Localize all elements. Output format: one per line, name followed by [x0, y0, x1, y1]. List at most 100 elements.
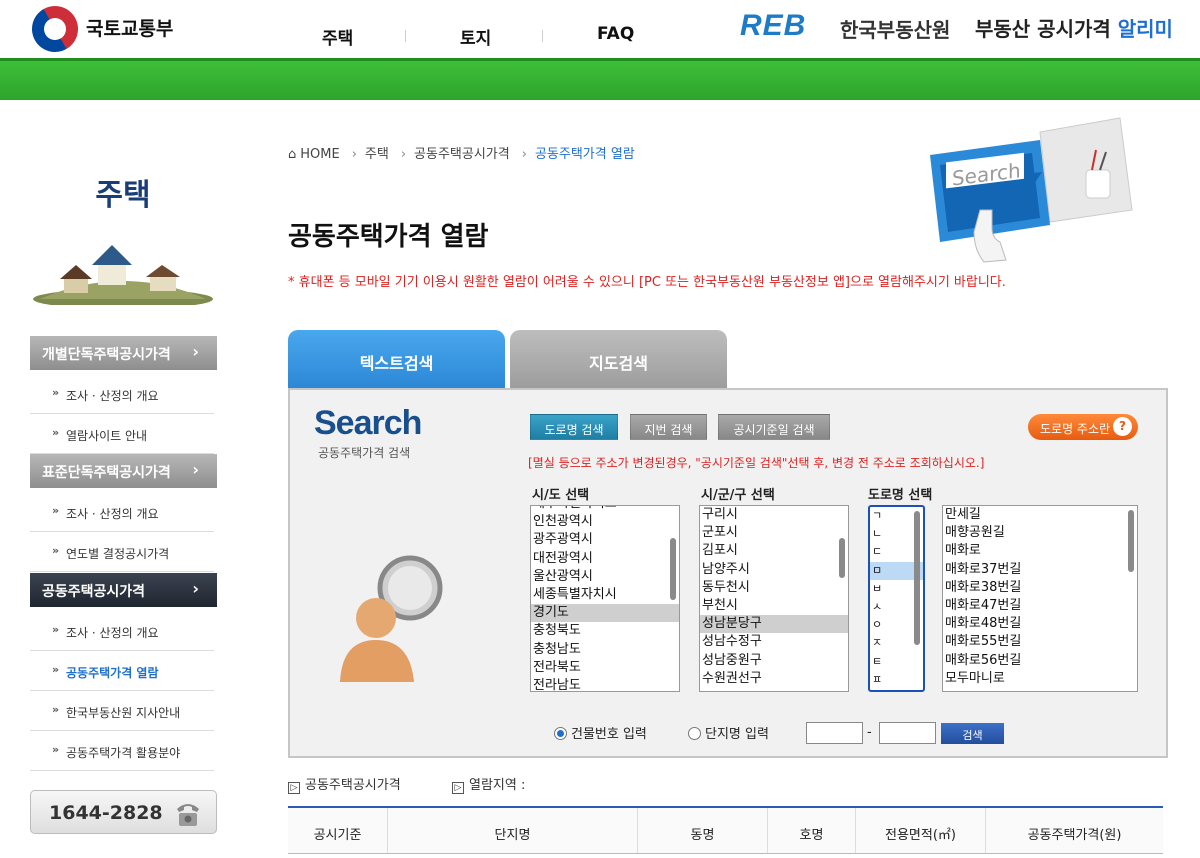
- scrollbar[interactable]: [914, 511, 920, 645]
- breadcrumb: ⌂ HOME › 주택 › 공동주택공시가격 › 공동주택가격 열람: [288, 143, 639, 162]
- bullet-icon: »: [52, 623, 60, 636]
- nav-land[interactable]: 토지: [460, 24, 491, 49]
- list-item[interactable]: 성남중원구: [700, 652, 848, 670]
- sidebar-item-label: 공동주택가격 활용분야: [66, 746, 181, 760]
- search-button[interactable]: 검색: [941, 723, 1004, 744]
- sigungu-label: 시/군/구 선택: [701, 488, 775, 503]
- radio-checked-icon[interactable]: [554, 727, 567, 740]
- list-item[interactable]: 매화로38번길: [943, 579, 1137, 597]
- mobile-notice: * 휴대폰 등 모바일 기기 이용시 원활한 열람이 어려울 수 있으니 [PC…: [288, 275, 1006, 290]
- search-logo: Search: [314, 404, 422, 442]
- sidebar-item-individual-sites[interactable]: » 열람사이트 안내: [30, 414, 214, 454]
- road-address-guide-label: 도로명 주소란: [1040, 422, 1111, 436]
- list-item[interactable]: 세종특별자치시: [531, 586, 679, 604]
- column-header: 단지명: [388, 808, 638, 853]
- building-sub-number-input[interactable]: [879, 722, 936, 744]
- breadcrumb-home[interactable]: HOME: [300, 147, 339, 162]
- list-item[interactable]: 매화로: [943, 542, 1137, 560]
- top-header: 국토교통부 주택 토지 FAQ REB 한국부동산원 부동산 공시가격 알리미: [0, 0, 1200, 61]
- nav-faq[interactable]: FAQ: [597, 24, 634, 44]
- list-item[interactable]: ㅍ: [870, 671, 923, 689]
- list-item[interactable]: 대전광역시: [531, 550, 679, 568]
- sido-select[interactable]: 제주특별자치도 인천광역시 광주광역시 대전광역시 울산광역시 세종특별자치시 …: [530, 505, 680, 692]
- nav-housing[interactable]: 주택: [322, 24, 353, 49]
- sidebar-item-apartment-view[interactable]: » 공동주택가격 열람: [30, 651, 214, 691]
- list-item[interactable]: 부천시: [700, 597, 848, 615]
- list-item[interactable]: 매화로37번길: [943, 561, 1137, 579]
- list-item[interactable]: ㅌ: [870, 653, 923, 671]
- apartment-price-link[interactable]: ▷ 공동주택공시가격: [288, 774, 401, 794]
- breadcrumb-separator-icon: ›: [400, 147, 407, 162]
- list-item[interactable]: 남양주시: [700, 561, 848, 579]
- list-item[interactable]: 전라북도: [531, 659, 679, 677]
- road-address-guide-button[interactable]: 도로명 주소란?: [1028, 414, 1138, 440]
- radio-building-number[interactable]: 건물번호 입력: [554, 723, 647, 742]
- list-item-selected[interactable]: 경기도: [531, 604, 679, 623]
- scrollbar[interactable]: [670, 538, 676, 600]
- sidebar-group-apartment[interactable]: 공동주택공시가격 ›: [30, 573, 217, 607]
- page-title: 공동주택가격 열람: [288, 222, 489, 252]
- sidebar-title: 주택: [95, 178, 151, 213]
- ministry-logo-icon[interactable]: [23, 0, 87, 61]
- nav-divider: [542, 30, 543, 42]
- reb-name[interactable]: 한국부동산원: [840, 14, 950, 43]
- tab-map-search[interactable]: 지도검색: [510, 330, 727, 388]
- list-item[interactable]: 광주광역시: [531, 531, 679, 549]
- bullet-icon: »: [52, 663, 60, 676]
- breadcrumb-apartment[interactable]: 공동주택공시가격: [414, 147, 510, 162]
- list-item[interactable]: 매화로56번길: [943, 652, 1137, 670]
- sidebar-item-apartment-usage[interactable]: » 공동주택가격 활용분야: [30, 731, 214, 771]
- list-item[interactable]: 인천광역시: [531, 513, 679, 531]
- list-item[interactable]: 수원권선구: [700, 670, 848, 688]
- search-panel: Search 공동주택가격 검색 도로명 검색 지번 검색 공시기준일 검색 도…: [288, 388, 1168, 758]
- bullet-icon: »: [52, 504, 60, 517]
- radio-unchecked-icon[interactable]: [688, 727, 701, 740]
- site-name[interactable]: 부동산 공시가격 알리미: [975, 13, 1173, 42]
- tab-text-search[interactable]: 텍스트검색: [288, 330, 505, 388]
- search-monitor-illustration-icon: Search: [930, 117, 1133, 263]
- list-item[interactable]: 모두마니로: [943, 670, 1137, 688]
- list-item[interactable]: 군포시: [700, 524, 848, 542]
- initial-consonant-select[interactable]: ㄱ ㄴ ㄷ ㅁ ㅂ ㅅ ㅇ ㅈ ㅌ ㅍ: [868, 505, 925, 692]
- list-item[interactable]: 성남수정구: [700, 633, 848, 651]
- road-name-select[interactable]: 만세길 매향공원길 매화로 매화로37번길 매화로38번길 매화로47번길 매화…: [942, 505, 1138, 692]
- radio-complex-name[interactable]: 단지명 입력: [688, 723, 769, 742]
- list-item[interactable]: 충청북도: [531, 622, 679, 640]
- list-item-selected[interactable]: 성남분당구: [700, 615, 848, 634]
- list-item[interactable]: 매향공원길: [943, 524, 1137, 542]
- list-item[interactable]: 제주특별자치도: [531, 506, 679, 513]
- building-main-number-input[interactable]: [806, 722, 863, 744]
- ministry-name[interactable]: 국토교통부: [86, 14, 173, 41]
- list-item[interactable]: 전라남도: [531, 677, 679, 691]
- sidebar-item-standard-overview[interactable]: » 조사 · 산정의 개요: [30, 492, 214, 532]
- list-item[interactable]: 구리시: [700, 506, 848, 524]
- list-item[interactable]: 충청남도: [531, 641, 679, 659]
- list-item[interactable]: 김포시: [700, 542, 848, 560]
- reb-logo[interactable]: REB: [740, 9, 806, 43]
- sidebar-item-apartment-branches[interactable]: » 한국부동산원 지사안내: [30, 691, 214, 731]
- list-item[interactable]: 만세길: [943, 506, 1137, 524]
- sidebar-item-individual-overview[interactable]: » 조사 · 산정의 개요: [30, 374, 214, 414]
- sidebar-group-standard[interactable]: 표준단독주택공시가격 ›: [30, 454, 217, 488]
- scrollbar[interactable]: [839, 538, 845, 578]
- list-item[interactable]: 동두천시: [700, 579, 848, 597]
- sidebar-item-apartment-overview[interactable]: » 조사 · 산정의 개요: [30, 611, 214, 651]
- list-item[interactable]: 매화로47번길: [943, 597, 1137, 615]
- lot-number-search-button[interactable]: 지번 검색: [630, 414, 707, 440]
- scrollbar[interactable]: [1128, 510, 1134, 572]
- sidebar-group-individual[interactable]: 개별단독주택공시가격 ›: [30, 336, 217, 370]
- column-header: 공동주택가격(원): [1027, 828, 1122, 843]
- sidebar-item-label: 연도별 결정공시가격: [66, 547, 170, 561]
- road-name-search-button[interactable]: 도로명 검색: [530, 414, 618, 440]
- sidebar-item-standard-yearly[interactable]: » 연도별 결정공시가격: [30, 532, 214, 572]
- list-item[interactable]: 울산광역시: [531, 568, 679, 586]
- radio-complex-label: 단지명 입력: [705, 727, 769, 742]
- phone-number: 1644-2828: [49, 802, 163, 824]
- breadcrumb-housing[interactable]: 주택: [365, 147, 389, 162]
- base-date-search-button[interactable]: 공시기준일 검색: [718, 414, 830, 440]
- sidebar-item-label: 한국부동산원 지사안내: [66, 706, 181, 720]
- list-item[interactable]: 매화로48번길: [943, 615, 1137, 633]
- sigungu-select[interactable]: 구리시 군포시 김포시 남양주시 동두천시 부천시 성남분당구 성남수정구 성남…: [699, 505, 849, 692]
- view-region-text: 열람지역 :: [469, 778, 526, 793]
- list-item[interactable]: 매화로55번길: [943, 633, 1137, 651]
